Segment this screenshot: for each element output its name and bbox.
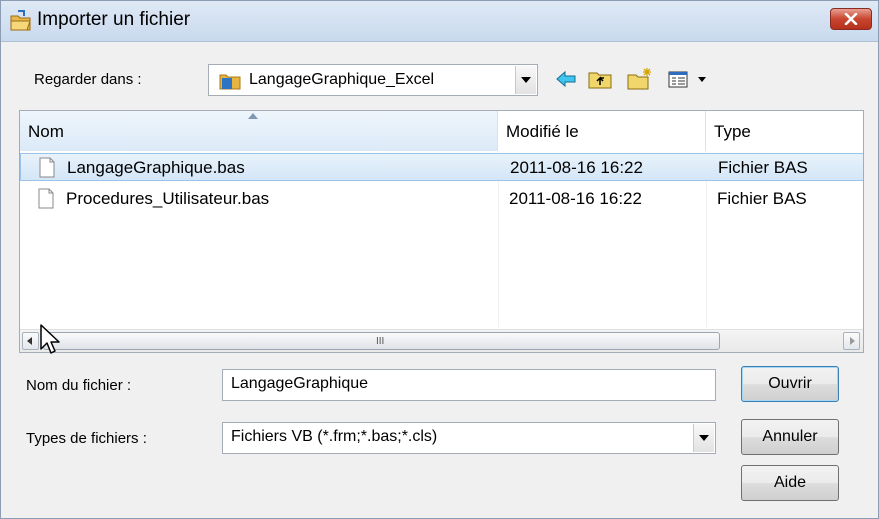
look-in-value: LangageGraphique_Excel [249,71,435,88]
filename-label: Nom du fichier : [26,377,132,394]
window-title: Importer un fichier [37,9,191,30]
file-modified: 2011-08-16 16:22 [510,158,643,177]
folder-icon [219,74,241,90]
help-button[interactable]: Aide [741,465,839,501]
look-in-label: Regarder dans : [34,71,142,88]
file-modified: 2011-08-16 16:22 [509,189,642,208]
open-button[interactable]: Ouvrir [741,366,839,402]
file-icon [39,157,55,178]
up-folder-icon[interactable] [587,67,613,91]
cancel-button[interactable]: Annuler [741,419,839,455]
chevron-right-icon [850,337,855,345]
filetype-dropdown[interactable]: Fichiers VB (*.frm;*.bas;*.cls) [222,422,716,454]
file-name: Procedures_Utilisateur.bas [66,189,270,208]
filetype-label: Types de fichiers : [26,430,147,447]
column-header-modified[interactable]: Modifié le [498,111,706,151]
import-file-dialog: Importer un fichier Regarder dans : Lang… [0,0,879,519]
file-list[interactable]: Nom Modifié le Type LangageGraphique.bas… [19,110,864,353]
close-icon [844,13,858,25]
back-icon[interactable] [554,67,578,91]
chevron-down-icon [699,435,709,441]
scroll-grip: III [376,336,385,347]
chevron-down-icon [521,77,531,83]
file-row[interactable]: Procedures_Utilisateur.bas 2011-08-16 16… [20,185,863,213]
scroll-right-button[interactable] [843,332,860,350]
file-icon [38,188,54,209]
file-type: Fichier BAS [718,158,808,177]
scroll-left-button[interactable] [22,332,39,350]
title-bar[interactable]: Importer un fichier [1,1,878,42]
filetype-value: Fichiers VB (*.frm;*.bas;*.cls) [231,428,438,445]
look-in-dropdown-arrow[interactable] [515,66,536,94]
look-in-dropdown[interactable]: LangageGraphique_Excel [208,64,538,96]
mouse-cursor-icon [40,324,60,354]
file-type: Fichier BAS [717,189,807,208]
close-button[interactable] [830,8,872,30]
file-name: LangageGraphique.bas [67,158,245,177]
new-folder-icon[interactable] [626,67,654,91]
filename-input[interactable]: LangageGraphique [222,369,716,401]
column-header-type[interactable]: Type [706,111,863,151]
scroll-thumb[interactable]: III [43,332,720,350]
view-menu-icon[interactable] [667,67,711,91]
filetype-dropdown-arrow[interactable] [693,424,714,452]
open-folder-icon [10,10,31,31]
sort-ascending-icon [248,113,258,119]
chevron-left-icon [27,337,32,345]
horizontal-scrollbar[interactable]: III [20,329,863,352]
file-row[interactable]: LangageGraphique.bas 2011-08-16 16:22 Fi… [20,153,863,181]
column-header-name[interactable]: Nom [20,111,498,151]
